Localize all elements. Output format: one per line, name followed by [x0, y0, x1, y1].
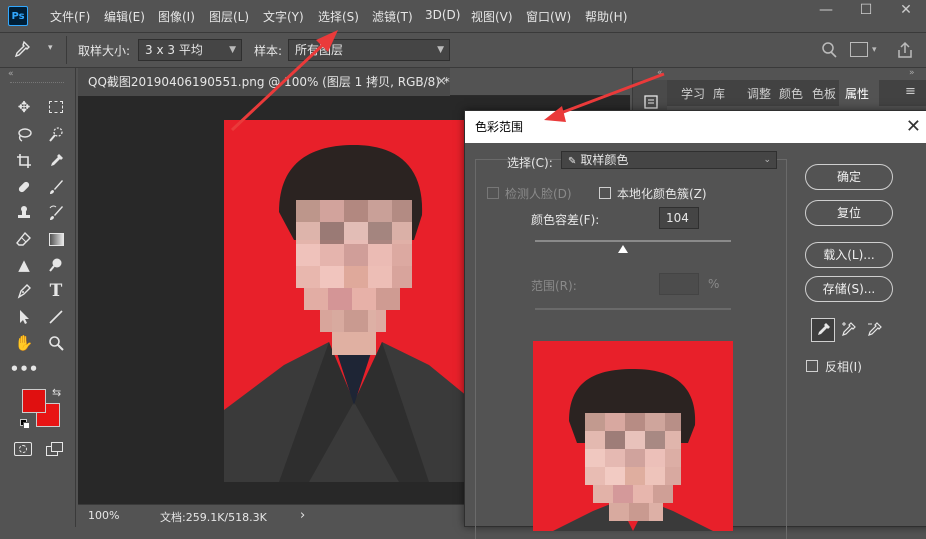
annotation-arrows — [230, 30, 665, 132]
annotation-arrowhead-2 — [544, 106, 566, 122]
annotation-arrow-2 — [557, 72, 665, 116]
annotation-arrow-1 — [230, 38, 330, 132]
